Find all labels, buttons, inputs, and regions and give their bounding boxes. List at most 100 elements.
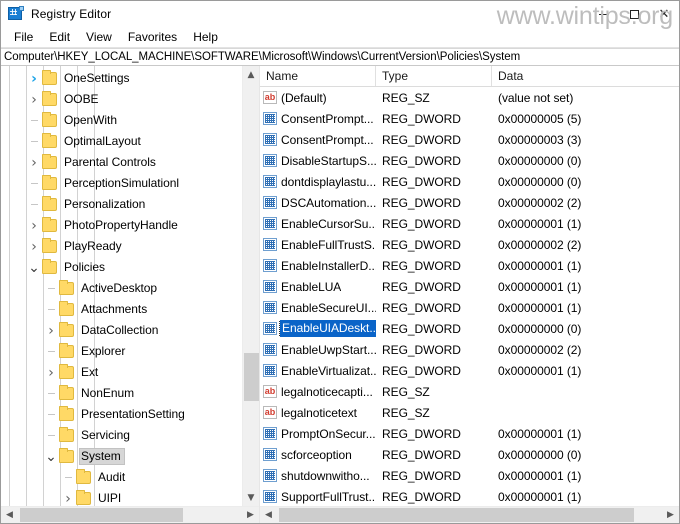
- chevron-down-icon[interactable]: ⌄: [43, 446, 59, 467]
- tree-item[interactable]: › DataCollection: [1, 320, 242, 341]
- tree-vertical-scrollbar[interactable]: ▲ ▼: [242, 66, 259, 506]
- column-header-data[interactable]: Data: [492, 66, 679, 86]
- values-hscroll-left-icon[interactable]: ◀: [260, 507, 277, 523]
- column-header-type[interactable]: Type: [376, 66, 492, 86]
- value-row[interactable]: scforceoption REG_DWORD 0x00000000 (0): [260, 444, 679, 465]
- value-data-cell: 0x00000001 (1): [498, 300, 582, 315]
- tree-item[interactable]: › Parental Controls: [1, 152, 242, 173]
- values-horizontal-scrollbar[interactable]: ◀ ▶: [260, 506, 679, 523]
- tree-item[interactable]: NonEnum: [1, 383, 242, 404]
- value-name-cell: EnableSecureUI...: [260, 301, 376, 315]
- value-row[interactable]: legalnoticetext REG_SZ: [260, 402, 679, 423]
- tree-item[interactable]: Audit: [1, 467, 242, 488]
- value-type-cell: REG_DWORD: [382, 132, 461, 147]
- tree-item[interactable]: › OneSettings: [1, 68, 242, 89]
- tree-item[interactable]: PresentationSetting: [1, 404, 242, 425]
- tree-item[interactable]: › OOBE: [1, 89, 242, 110]
- value-row[interactable]: DSCAutomation... REG_DWORD 0x00000002 (2): [260, 192, 679, 213]
- value-name-label: PromptOnSecur...: [281, 426, 376, 441]
- tree-item[interactable]: Attachments: [1, 299, 242, 320]
- chevron-right-icon[interactable]: ›: [26, 152, 42, 173]
- folder-icon: [59, 385, 74, 400]
- chevron-right-icon[interactable]: ›: [26, 68, 42, 89]
- close-button[interactable]: ✕: [649, 1, 679, 27]
- chevron-right-icon[interactable]: ›: [43, 362, 59, 383]
- value-row[interactable]: EnableVirtualizat... REG_DWORD 0x00000001 …: [260, 360, 679, 381]
- value-data-cell: 0x00000000 (0): [498, 447, 582, 462]
- value-name-label: shutdownwitho...: [281, 468, 370, 483]
- value-row[interactable]: ConsentPrompt... REG_DWORD 0x00000005 (5): [260, 108, 679, 129]
- chevron-right-icon[interactable]: ›: [26, 89, 42, 110]
- menu-item-edit[interactable]: Edit: [41, 28, 78, 47]
- value-type-cell: REG_DWORD: [382, 174, 461, 189]
- value-row[interactable]: (Default) REG_SZ (value not set): [260, 87, 679, 108]
- registry-values-list[interactable]: (Default) REG_SZ (value not set) ConsentPro…: [260, 87, 679, 506]
- dword-value-icon: [263, 154, 277, 167]
- tree-scroll-up-icon[interactable]: ▲: [243, 66, 260, 83]
- dword-value-icon: [263, 322, 277, 335]
- tree-item[interactable]: ⌄ System: [1, 446, 242, 467]
- chevron-right-icon[interactable]: ›: [26, 236, 42, 257]
- value-row[interactable]: EnableSecureUI... REG_DWORD 0x00000001 (1): [260, 297, 679, 318]
- tree-item[interactable]: ActiveDesktop: [1, 278, 242, 299]
- value-row[interactable]: DisableStartupS... REG_DWORD 0x00000000 (0…: [260, 150, 679, 171]
- tree-item[interactable]: OpenWith: [1, 110, 242, 131]
- tree-branch-line: [26, 194, 42, 215]
- value-name-label: dontdisplaylastu...: [281, 174, 376, 189]
- maximize-button[interactable]: [619, 1, 649, 27]
- value-name-cell: dontdisplaylastu...: [260, 175, 376, 189]
- value-type-cell: REG_DWORD: [382, 468, 461, 483]
- value-type-cell: REG_DWORD: [382, 300, 461, 315]
- registry-key-tree[interactable]: › OneSettings › OOBE OpenWith OptimalLayout › P…: [1, 66, 242, 506]
- tree-item[interactable]: ⌄ Policies: [1, 257, 242, 278]
- value-row[interactable]: ConsentPrompt... REG_DWORD 0x00000003 (3): [260, 129, 679, 150]
- value-row[interactable]: SupportFullTrust... REG_DWORD 0x00000001 (…: [260, 486, 679, 506]
- tree-item[interactable]: › UIPI: [1, 488, 242, 506]
- tree-item[interactable]: › PhotoPropertyHandle: [1, 215, 242, 236]
- values-hscroll-right-icon[interactable]: ▶: [662, 507, 679, 523]
- value-row[interactable]: EnableUwpStart... REG_DWORD 0x00000002 (2): [260, 339, 679, 360]
- chevron-right-icon[interactable]: ›: [60, 488, 76, 507]
- value-row[interactable]: legalnoticecapti... REG_SZ: [260, 381, 679, 402]
- chevron-right-icon[interactable]: ›: [26, 215, 42, 236]
- tree-item[interactable]: › Ext: [1, 362, 242, 383]
- column-header-name[interactable]: Name: [260, 66, 376, 86]
- tree-item[interactable]: Explorer: [1, 341, 242, 362]
- value-row[interactable]: EnableFullTrustS... REG_DWORD 0x00000002 (…: [260, 234, 679, 255]
- tree-hscroll-left-icon[interactable]: ◀: [1, 507, 18, 523]
- tree-branch-line: [60, 467, 76, 488]
- values-hscroll-track[interactable]: [277, 507, 662, 523]
- tree-hscroll-right-icon[interactable]: ▶: [242, 507, 259, 523]
- value-name-cell: EnableUwpStart...: [260, 343, 376, 357]
- tree-scroll-track[interactable]: [243, 83, 260, 489]
- tree-item[interactable]: OptimalLayout: [1, 131, 242, 152]
- chevron-down-icon[interactable]: ⌄: [26, 257, 42, 278]
- tree-hscroll-track[interactable]: [18, 507, 242, 523]
- address-bar[interactable]: Computer\HKEY_LOCAL_MACHINE\SOFTWARE\Mic…: [1, 48, 679, 66]
- value-row[interactable]: EnableLUA REG_DWORD 0x00000001 (1): [260, 276, 679, 297]
- value-row[interactable]: dontdisplaylastu... REG_DWORD 0x00000000 (…: [260, 171, 679, 192]
- dword-value-icon: [263, 217, 277, 230]
- menu-item-file[interactable]: File: [6, 28, 41, 47]
- minimize-button[interactable]: [589, 1, 619, 27]
- value-type-cell: REG_DWORD: [382, 216, 461, 231]
- chevron-right-icon[interactable]: ›: [43, 320, 59, 341]
- tree-item-label: Ext: [81, 365, 99, 379]
- tree-scroll-down-icon[interactable]: ▼: [243, 489, 260, 506]
- menu-item-favorites[interactable]: Favorites: [120, 28, 185, 47]
- tree-item[interactable]: Servicing: [1, 425, 242, 446]
- tree-item[interactable]: › PlayReady: [1, 236, 242, 257]
- tree-item[interactable]: PerceptionSimulationl: [1, 173, 242, 194]
- dword-value-icon: [263, 490, 277, 503]
- value-row[interactable]: PromptOnSecur... REG_DWORD 0x00000001 (1): [260, 423, 679, 444]
- value-row[interactable]: shutdownwitho... REG_DWORD 0x00000001 (1): [260, 465, 679, 486]
- menu-item-help[interactable]: Help: [185, 28, 226, 47]
- value-row[interactable]: EnableCursorSu... REG_DWORD 0x00000001 (1): [260, 213, 679, 234]
- tree-horizontal-scrollbar[interactable]: ◀ ▶: [1, 506, 259, 523]
- value-row[interactable]: EnableUIADeskt... REG_DWORD 0x00000000 (0): [260, 318, 679, 339]
- menu-item-view[interactable]: View: [78, 28, 120, 47]
- tree-item[interactable]: Personalization: [1, 194, 242, 215]
- folder-icon: [59, 448, 74, 463]
- value-row[interactable]: EnableInstallerD... REG_DWORD 0x00000001 (…: [260, 255, 679, 276]
- value-data-cell: 0x00000005 (5): [498, 111, 582, 126]
